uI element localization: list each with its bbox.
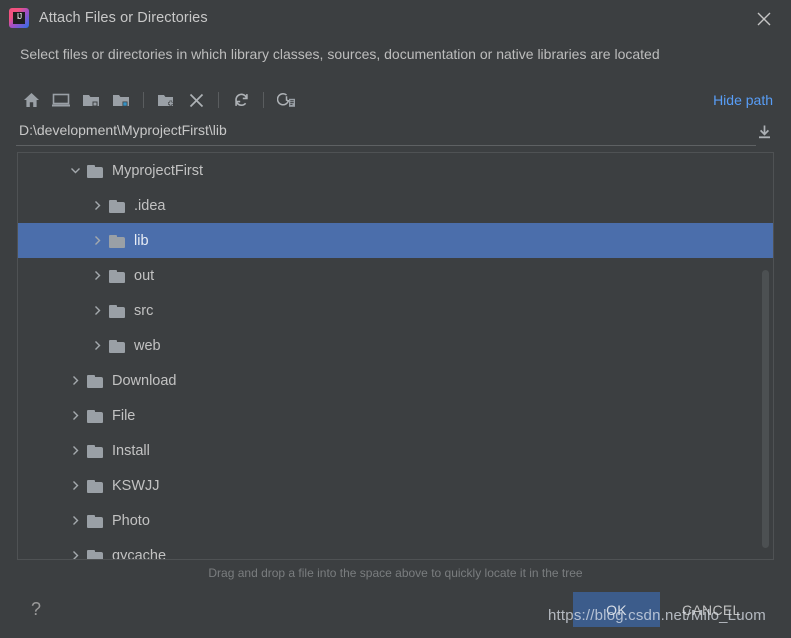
toolbar: Hide path (16, 84, 775, 116)
chevron-right-icon[interactable] (68, 374, 82, 388)
chevron-right-icon[interactable] (68, 444, 82, 458)
new-folder-icon[interactable] (151, 85, 181, 115)
folder-icon (109, 269, 126, 283)
download-arrow-icon[interactable] (753, 121, 775, 143)
chevron-right-icon[interactable] (68, 549, 82, 559)
hide-path-link[interactable]: Hide path (713, 92, 775, 108)
app-icon-letters: IJ (16, 12, 22, 21)
folder-icon (87, 409, 104, 423)
help-button[interactable]: ? (25, 598, 47, 620)
chevron-right-icon[interactable] (68, 409, 82, 423)
folder-icon (87, 479, 104, 493)
path-field-row: D:\development\MyprojectFirst\lib (16, 120, 775, 146)
tree-row[interactable]: Install (18, 433, 773, 468)
folder-icon (87, 164, 104, 178)
tree-row[interactable]: File (18, 398, 773, 433)
desktop-icon[interactable] (46, 85, 76, 115)
folder-icon (109, 339, 126, 353)
chevron-right-icon[interactable] (90, 269, 104, 283)
tree-row[interactable]: src (18, 293, 773, 328)
tree-scrollbar[interactable] (760, 154, 772, 559)
tree-row-label: MyprojectFirst (112, 162, 204, 179)
tree-row[interactable]: lib (18, 223, 773, 258)
cancel-button[interactable]: CANCEL (676, 592, 776, 627)
chevron-right-icon[interactable] (68, 514, 82, 528)
folder-icon (109, 304, 126, 318)
tree-row-label: lib (134, 232, 149, 249)
tree-row[interactable]: Photo (18, 503, 773, 538)
close-icon[interactable] (751, 6, 777, 32)
tree-row-label: out (134, 267, 155, 284)
chevron-right-icon[interactable] (90, 234, 104, 248)
folder-icon (87, 549, 104, 559)
tree-row-label: Install (112, 442, 150, 459)
toolbar-separator-3 (263, 92, 264, 108)
tree-row[interactable]: qycache (18, 538, 773, 560)
title-bar: IJ Attach Files or Directories (0, 0, 791, 36)
tree-row-label: KSWJJ (112, 477, 160, 494)
tree-row[interactable]: KSWJJ (18, 468, 773, 503)
directory-tree-panel[interactable]: MyprojectFirst .idea lib out src web Download F… (17, 152, 774, 560)
tree-row-label: web (134, 337, 161, 354)
recent-history-icon[interactable] (271, 85, 301, 115)
dialog-description: Select files or directories in which lib… (20, 46, 660, 62)
chevron-down-icon[interactable] (68, 164, 82, 178)
tree-row-label: .idea (134, 197, 166, 214)
folder-icon (87, 514, 104, 528)
delete-icon[interactable] (181, 85, 211, 115)
tree-rows: MyprojectFirst .idea lib out src web Download F… (18, 153, 773, 560)
toolbar-separator-1 (143, 92, 144, 108)
intellij-idea-icon: IJ (9, 8, 29, 28)
chevron-right-icon[interactable] (90, 199, 104, 213)
chevron-right-icon[interactable] (90, 304, 104, 318)
home-icon[interactable] (16, 85, 46, 115)
folder-icon (109, 199, 126, 213)
tree-row[interactable]: Download (18, 363, 773, 398)
project-folder-icon[interactable] (76, 85, 106, 115)
tree-row[interactable]: MyprojectFirst (18, 153, 773, 188)
folder-icon (87, 444, 104, 458)
tree-row-label: qycache (112, 547, 167, 560)
path-underline (16, 145, 756, 146)
drag-drop-hint: Drag and drop a file into the space abov… (208, 566, 583, 580)
tree-row-label: src (134, 302, 154, 319)
folder-icon (87, 374, 104, 388)
tree-scrollbar-thumb[interactable] (762, 270, 769, 548)
tree-row[interactable]: web (18, 328, 773, 363)
tree-row[interactable]: out (18, 258, 773, 293)
refresh-icon[interactable] (226, 85, 256, 115)
tree-row[interactable]: .idea (18, 188, 773, 223)
chevron-right-icon[interactable] (68, 479, 82, 493)
chevron-right-icon[interactable] (90, 339, 104, 353)
ok-button[interactable]: OK (573, 592, 660, 627)
path-input[interactable]: D:\development\MyprojectFirst\lib (19, 122, 227, 138)
tree-row-label: Photo (112, 512, 150, 529)
tree-row-label: Download (112, 372, 177, 389)
module-folder-icon[interactable] (106, 85, 136, 115)
toolbar-separator-2 (218, 92, 219, 108)
window-title: Attach Files or Directories (39, 10, 208, 26)
tree-row-label: File (112, 407, 136, 424)
folder-icon (109, 234, 126, 248)
